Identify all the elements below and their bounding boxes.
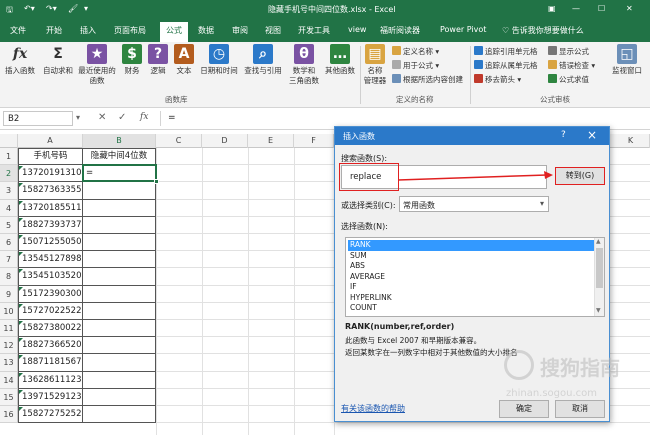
annotation-arrow bbox=[397, 171, 553, 181]
arrow-line bbox=[397, 174, 548, 181]
arrow-head bbox=[544, 171, 553, 179]
